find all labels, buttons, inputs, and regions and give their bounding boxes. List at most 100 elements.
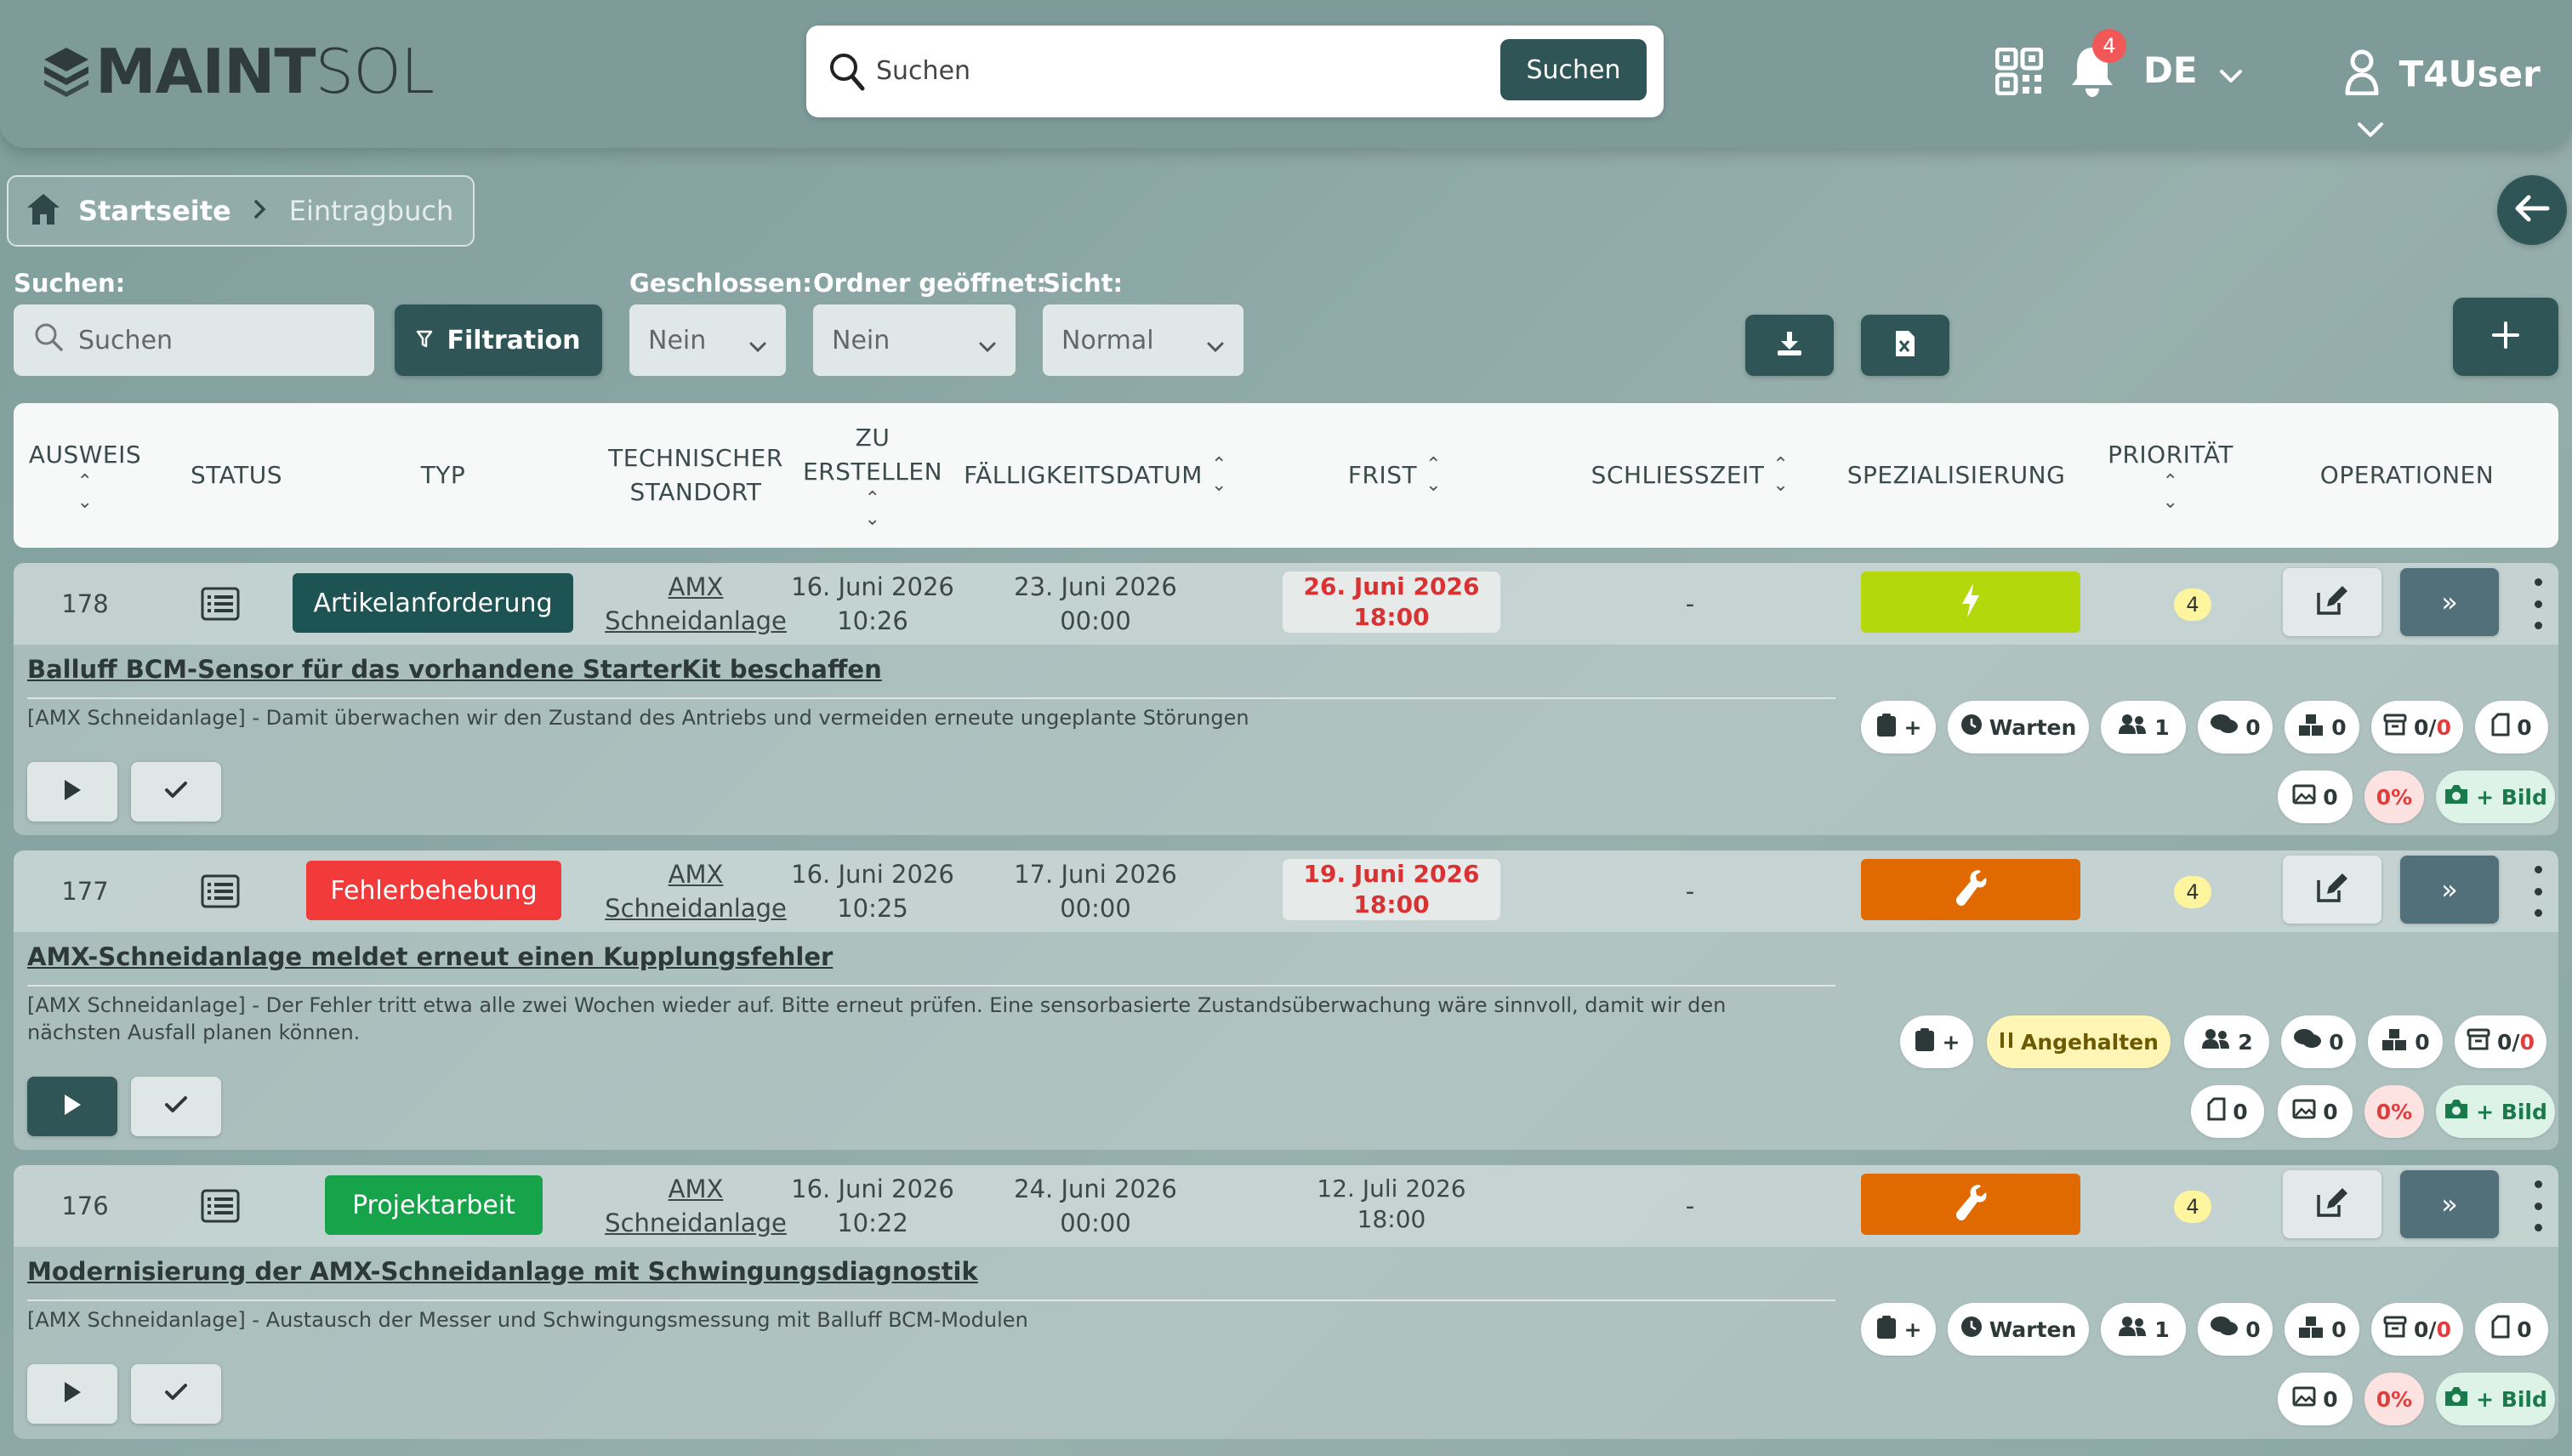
add-task-pill[interactable]: + <box>1900 1015 1973 1068</box>
deadline-date: 19. Juni 2026 <box>1303 860 1480 888</box>
add-entry-button[interactable] <box>2453 298 2558 376</box>
images-pill[interactable]: 0 <box>2278 1373 2353 1425</box>
entry-description-line-1: [AMX Schneidanlage] - Der Fehler tritt e… <box>27 993 1727 1017</box>
add-task-pill[interactable]: + <box>1861 701 1936 754</box>
home-icon[interactable] <box>26 192 61 230</box>
more-options-icon[interactable] <box>2529 578 2546 629</box>
col-id[interactable]: AUSWEIS ⌃ ⌄ <box>14 403 156 548</box>
logo[interactable]: MAINTSOL <box>43 36 435 107</box>
col-close-time[interactable]: SCHLIESSZEIT ⌃ ⌄ <box>1553 403 1827 548</box>
comments-pill[interactable]: 0 <box>2281 1015 2356 1068</box>
location-link[interactable]: AMX Schneidanlage <box>583 857 808 925</box>
wrench-icon <box>1954 1183 1988 1226</box>
forward-button[interactable]: » <box>2400 1170 2499 1238</box>
col-type: TYP <box>303 403 583 548</box>
clipboard-icon <box>1875 1314 1898 1345</box>
col-due[interactable]: FÄLLIGKEITSDATUM ⌃ ⌄ <box>954 403 1237 548</box>
location-link[interactable]: AMX Schneidanlage <box>583 1172 808 1240</box>
parts-pill[interactable]: 0 <box>2368 1015 2443 1068</box>
deadline-badge: 26. Juni 2026 18:00 <box>1283 572 1500 633</box>
users-pill[interactable]: 1 <box>2101 701 2186 754</box>
col-operations-label: OPERATIONEN <box>2319 461 2495 489</box>
entry-title-link[interactable]: Modernisierung der AMX-Schneidanlage mit… <box>27 1257 978 1286</box>
chevron-down-icon <box>1206 330 1225 360</box>
edit-button[interactable] <box>2283 568 2381 636</box>
wrench-icon <box>1954 868 1988 911</box>
entry-title-link[interactable]: Balluff BCM-Sensor für das vorhandene St… <box>27 655 882 684</box>
due-time: 00:00 <box>1060 1209 1131 1237</box>
play-icon <box>62 778 83 805</box>
download-button[interactable] <box>1745 315 1834 376</box>
sort-icon: ⌃ ⌄ <box>2162 471 2179 513</box>
edit-button[interactable] <box>2283 1170 2381 1238</box>
comments-pill[interactable]: 0 <box>2198 701 2273 754</box>
users-pill[interactable]: 2 <box>2184 1015 2269 1068</box>
filtration-button[interactable]: Filtration <box>395 304 602 376</box>
filter-search-label: Suchen: <box>14 269 126 298</box>
entry-description-line-2: nächsten Ausfall planen können. <box>27 1021 361 1044</box>
comments-pill[interactable]: 0 <box>2198 1303 2273 1356</box>
archive-count-a: 0 <box>2414 1317 2429 1342</box>
complete-button[interactable] <box>131 762 221 822</box>
documents-pill[interactable]: 0 <box>2191 1085 2264 1138</box>
add-task-pill[interactable]: + <box>1861 1303 1936 1356</box>
col-id-label: AUSWEIS <box>28 441 142 469</box>
pause-icon <box>1999 1030 2014 1055</box>
archive-pill[interactable]: 0/0 <box>2371 1303 2463 1356</box>
clipboard-icon <box>1875 712 1898 742</box>
parts-pill[interactable]: 0 <box>2285 701 2359 754</box>
language-selector[interactable]: DE <box>2143 49 2244 94</box>
col-priority-label: PRIORITÄT <box>2108 441 2233 469</box>
users-pill[interactable]: 1 <box>2101 1303 2186 1356</box>
list-icon[interactable] <box>201 874 240 912</box>
edit-icon <box>2315 584 2349 620</box>
col-deadline[interactable]: FRIST ⌃ ⌄ <box>1237 403 1553 548</box>
add-image-button[interactable]: + Bild <box>2436 1085 2555 1138</box>
breadcrumb-home[interactable]: Startseite <box>78 195 231 227</box>
global-search-button[interactable]: Suchen <box>1500 39 1647 100</box>
global-search[interactable]: Suchen Suchen <box>806 26 1664 117</box>
col-create[interactable]: ZU ERSTELLEN ⌃ ⌄ <box>791 403 954 548</box>
filter-search-input[interactable]: Suchen <box>14 304 374 376</box>
list-icon[interactable] <box>201 587 240 624</box>
images-pill[interactable]: 0 <box>2278 771 2353 823</box>
global-search-input[interactable]: Suchen <box>876 51 970 92</box>
documents-pill[interactable]: 0 <box>2475 1303 2548 1356</box>
forward-button[interactable]: » <box>2400 568 2499 636</box>
col-priority[interactable]: PRIORITÄT ⌃ ⌄ <box>2085 403 2256 548</box>
filter-view-select[interactable]: Normal <box>1043 304 1243 376</box>
filter-closed-select[interactable]: Nein <box>629 304 786 376</box>
table-row: 178 Artikelanforderung AMX Schneidanlage… <box>14 563 2558 835</box>
location-link[interactable]: AMX Schneidanlage <box>583 570 808 638</box>
images-pill[interactable]: 0 <box>2278 1085 2353 1138</box>
excel-export-button[interactable] <box>1861 315 1949 376</box>
entry-description: [AMX Schneidanlage] - Der Fehler tritt e… <box>27 992 1726 1046</box>
back-button[interactable] <box>2497 175 2567 245</box>
archive-pill[interactable]: 0/0 <box>2455 1015 2546 1068</box>
download-icon <box>1776 330 1803 361</box>
start-button[interactable] <box>27 762 117 822</box>
forward-button[interactable]: » <box>2400 856 2499 924</box>
start-button[interactable] <box>27 1364 117 1424</box>
add-image-button[interactable]: + Bild <box>2436 1373 2555 1425</box>
complete-button[interactable] <box>131 1077 221 1136</box>
parts-pill[interactable]: 0 <box>2285 1303 2359 1356</box>
lightning-icon <box>1960 582 1981 623</box>
comments-icon <box>2210 713 2239 742</box>
documents-pill[interactable]: 0 <box>2475 701 2548 754</box>
check-icon <box>163 1382 189 1406</box>
archive-pill[interactable]: 0/0 <box>2371 701 2463 754</box>
more-options-icon[interactable] <box>2529 866 2546 917</box>
created-time: 10:26 <box>837 606 908 635</box>
add-image-button[interactable]: + Bild <box>2436 771 2555 823</box>
logo-text-strong: MAINT <box>95 36 316 107</box>
user-menu[interactable]: T4User <box>2344 49 2572 148</box>
filter-folder-select[interactable]: Nein <box>813 304 1016 376</box>
entry-title-link[interactable]: AMX-Schneidanlage meldet erneut einen Ku… <box>27 942 833 971</box>
start-button[interactable] <box>27 1077 117 1136</box>
complete-button[interactable] <box>131 1364 221 1424</box>
more-options-icon[interactable] <box>2529 1180 2546 1231</box>
edit-button[interactable] <box>2283 856 2381 924</box>
qr-code-icon[interactable] <box>1994 47 2044 99</box>
list-icon[interactable] <box>201 1189 240 1226</box>
